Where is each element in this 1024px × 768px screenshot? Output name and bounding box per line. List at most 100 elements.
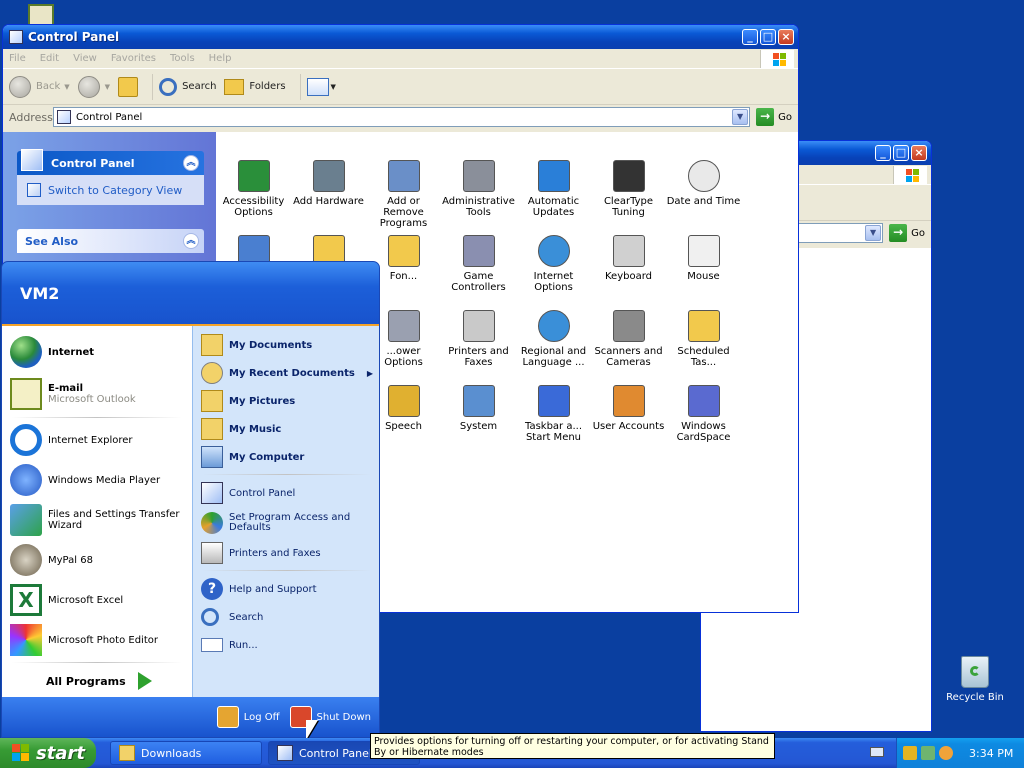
- cp-item-regional-and-language[interactable]: Regional and Language ...: [516, 310, 591, 368]
- cp-item-date-and-time[interactable]: Date and Time: [666, 160, 741, 207]
- recent-photo-editor[interactable]: Microsoft Photo Editor: [2, 620, 192, 660]
- search-button[interactable]: Search: [159, 77, 216, 96]
- clock[interactable]: 3:34 PM: [969, 747, 1013, 760]
- my-recent-documents-item[interactable]: My Recent Documents ▶: [193, 360, 379, 386]
- my-music-item[interactable]: My Music: [193, 416, 379, 442]
- start-button[interactable]: start: [0, 738, 96, 768]
- control-panel-titlebar[interactable]: Control Panel _ □ ×: [3, 25, 798, 49]
- folder-up-icon: [118, 76, 139, 97]
- my-documents-item[interactable]: My Documents: [193, 332, 379, 358]
- menu-tools[interactable]: Tools: [170, 53, 195, 64]
- cp-item-administrative-tools[interactable]: Administrative Tools: [441, 160, 516, 218]
- minimize-button[interactable]: _: [875, 145, 891, 161]
- pinned-email[interactable]: E-mail Microsoft Outlook: [2, 374, 192, 414]
- chevron-up-icon[interactable]: ︽: [183, 233, 199, 249]
- all-programs-button[interactable]: All Programs: [2, 666, 192, 696]
- search-item[interactable]: Search: [193, 604, 379, 630]
- my-computer-item[interactable]: My Computer: [193, 444, 379, 470]
- cp-item-internet-options[interactable]: Internet Options: [516, 235, 591, 293]
- cp-item-automatic-updates[interactable]: Automatic Updates: [516, 160, 591, 218]
- task-downloads[interactable]: Downloads: [110, 741, 262, 765]
- pinned-internet[interactable]: Internet: [2, 330, 192, 374]
- network-icon[interactable]: [921, 746, 935, 760]
- cp-item-user-accounts[interactable]: User Accounts: [591, 385, 666, 432]
- admin-tools-icon: [462, 160, 495, 192]
- cp-item-printers-and-faxes[interactable]: Printers and Faxes: [441, 310, 516, 368]
- log-off-button[interactable]: Log Off: [216, 706, 280, 728]
- close-button[interactable]: ×: [778, 29, 794, 45]
- views-button[interactable]: ▼: [306, 77, 336, 96]
- see-also-header[interactable]: See Also ︽: [17, 229, 204, 253]
- cp-item-windows-cardspace[interactable]: Windows CardSpace: [666, 385, 741, 443]
- start-menu-separator: [203, 570, 371, 571]
- printers-faxes-item[interactable]: Printers and Faxes: [193, 540, 379, 566]
- cp-item-taskbar-a-start-menu[interactable]: Taskbar a... Start Menu: [516, 385, 591, 443]
- menu-help[interactable]: Help: [209, 53, 232, 64]
- control-panel-icon: [201, 482, 223, 504]
- folders-button[interactable]: Folders: [224, 78, 286, 95]
- cp-item-add-hardware[interactable]: Add Hardware: [291, 160, 366, 207]
- background-go-button[interactable]: → Go: [889, 224, 925, 242]
- control-panel-icon: [277, 745, 293, 761]
- speech-icon: [387, 385, 420, 417]
- menu-favorites[interactable]: Favorites: [111, 53, 156, 64]
- control-panel-item[interactable]: Control Panel: [193, 480, 379, 506]
- menu-edit[interactable]: Edit: [40, 53, 59, 64]
- cp-item-system[interactable]: System: [441, 385, 516, 432]
- cp-item-game-controllers[interactable]: Game Controllers: [441, 235, 516, 293]
- set-program-access-item[interactable]: Set Program Access and Defaults: [193, 508, 379, 538]
- close-button[interactable]: ×: [911, 145, 927, 161]
- control-panel-box-header[interactable]: Control Panel ︽: [17, 149, 204, 175]
- photo-editor-icon: [10, 624, 42, 656]
- run-item[interactable]: Run...: [193, 632, 379, 658]
- cardspace-icon: [687, 385, 720, 417]
- chevron-down-icon[interactable]: ▼: [865, 225, 882, 241]
- minimize-button[interactable]: _: [742, 29, 758, 45]
- printer-icon: [462, 310, 495, 342]
- go-button[interactable]: → Go: [756, 108, 792, 126]
- keyboard-icon: [612, 235, 645, 267]
- cp-item-mouse[interactable]: Mouse: [666, 235, 741, 282]
- start-menu-separator: [12, 417, 182, 418]
- excel-icon: X: [10, 584, 42, 616]
- keyboard-tray-icon[interactable]: [870, 747, 884, 757]
- updates-icon: [537, 160, 570, 192]
- recent-windows-media-player[interactable]: Windows Media Player: [2, 460, 192, 500]
- my-pictures-item[interactable]: My Pictures: [193, 388, 379, 414]
- help-support-item[interactable]: ? Help and Support: [193, 576, 379, 602]
- shut-down-button[interactable]: Shut Down: [289, 706, 371, 728]
- search-icon[interactable]: [939, 746, 953, 760]
- windows-logo-icon: [12, 744, 30, 762]
- recent-microsoft-excel[interactable]: X Microsoft Excel: [2, 580, 192, 620]
- menu-file[interactable]: File: [9, 53, 26, 64]
- back-button[interactable]: Back ▼: [9, 75, 70, 98]
- cp-item-cleartype-tuning[interactable]: ClearType Tuning: [591, 160, 666, 218]
- folder-icon: [201, 390, 223, 412]
- cp-item-keyboard[interactable]: Keyboard: [591, 235, 666, 282]
- cp-item-add-or-remove-programs[interactable]: Add or Remove Programs: [366, 160, 441, 229]
- recycle-bin[interactable]: Recycle Bin: [944, 656, 1006, 703]
- power-icon: [387, 310, 420, 342]
- switch-category-view-link[interactable]: Switch to Category View: [17, 175, 204, 205]
- mouse-cursor-icon: [306, 720, 318, 740]
- up-button[interactable]: [118, 76, 139, 97]
- maximize-button[interactable]: □: [893, 145, 909, 161]
- address-field[interactable]: Control Panel ▼: [53, 107, 751, 127]
- chevron-up-icon[interactable]: ︽: [183, 155, 199, 171]
- menu-view[interactable]: View: [73, 53, 97, 64]
- folder-icon: [201, 334, 223, 356]
- go-arrow-icon: →: [756, 108, 775, 126]
- chevron-down-icon[interactable]: ▼: [732, 109, 749, 125]
- cp-item-accessibility-options[interactable]: Accessibility Options: [216, 160, 291, 218]
- views-icon: [306, 77, 329, 96]
- desktop-shortcut-icon: [28, 4, 54, 26]
- maximize-button[interactable]: □: [760, 29, 776, 45]
- recent-internet-explorer[interactable]: Internet Explorer: [2, 420, 192, 460]
- cp-item-scanners-and-cameras[interactable]: Scanners and Cameras: [591, 310, 666, 368]
- recent-mypal[interactable]: MyPal 68: [2, 540, 192, 580]
- recent-files-settings-wizard[interactable]: Files and Settings Transfer Wizard: [2, 500, 192, 540]
- forward-button[interactable]: ▼: [77, 75, 110, 98]
- start-menu-separator: [12, 662, 182, 663]
- cp-item-scheduled-tas[interactable]: Scheduled Tas...: [666, 310, 741, 368]
- security-shield-icon[interactable]: [903, 746, 917, 760]
